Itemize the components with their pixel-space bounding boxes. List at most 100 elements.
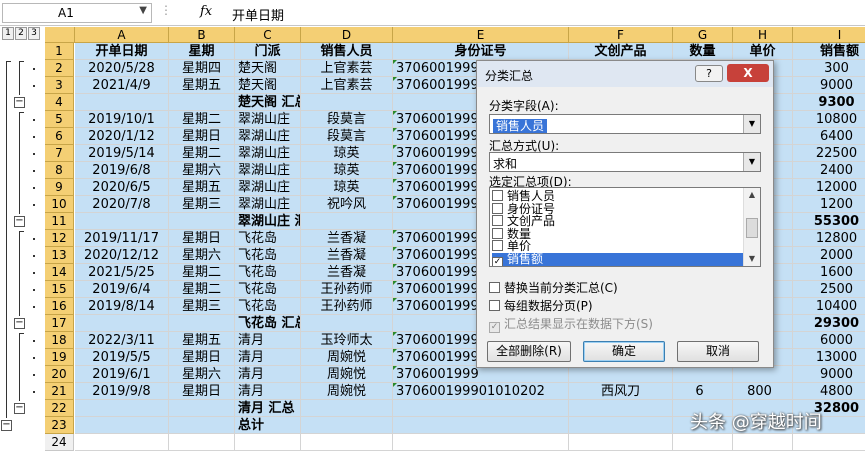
row-header[interactable]: 24 <box>45 434 74 451</box>
cell-g24[interactable] <box>673 434 733 451</box>
replace-subtotals-option[interactable]: 替换当前分类汇总(C) <box>489 279 618 296</box>
cell-b23[interactable] <box>169 417 235 434</box>
cell-a3[interactable]: 2021/4/9 <box>75 77 169 94</box>
cell-a9[interactable]: 2020/6/5 <box>75 179 169 196</box>
row-header[interactable]: 19 <box>45 349 74 366</box>
cell-a4[interactable] <box>75 94 169 111</box>
cell-a8[interactable]: 2019/6/8 <box>75 162 169 179</box>
cell-e23[interactable] <box>393 417 569 434</box>
cell-d2[interactable]: 上官素芸 <box>301 60 393 77</box>
cell-a18[interactable]: 2022/3/11 <box>75 332 169 349</box>
cell-i6[interactable]: 6400 <box>793 128 865 145</box>
column-header-d[interactable]: D <box>301 27 393 43</box>
cell-a24[interactable] <box>75 434 169 451</box>
cell-a22[interactable] <box>75 400 169 417</box>
cell-d19[interactable]: 周婉悦 <box>301 349 393 366</box>
cell-i15[interactable]: 2500 <box>793 281 865 298</box>
cell-c1[interactable]: 门派 <box>235 43 301 60</box>
cell-h21[interactable]: 800 <box>733 383 793 400</box>
page-break-option[interactable]: 每组数据分页(P) <box>489 297 593 314</box>
cell-b24[interactable] <box>169 434 235 451</box>
cell-i24[interactable] <box>793 434 865 451</box>
scroll-thumb[interactable] <box>746 218 758 238</box>
cell-d22[interactable] <box>301 400 393 417</box>
cell-e24[interactable] <box>393 434 569 451</box>
cell-a17[interactable] <box>75 315 169 332</box>
cell-a5[interactable]: 2019/10/1 <box>75 111 169 128</box>
cell-d24[interactable] <box>301 434 393 451</box>
cell-i11[interactable]: 55300 <box>793 213 865 230</box>
cell-c14[interactable]: 飞花岛 <box>235 264 301 281</box>
row-header[interactable]: 22 <box>45 400 74 417</box>
summary-item[interactable]: ✓ 销售额 <box>492 253 744 266</box>
cell-b16[interactable]: 星期三 <box>169 298 235 315</box>
cell-d16[interactable]: 王孙药师 <box>301 298 393 315</box>
page-break-checkbox[interactable] <box>489 300 500 311</box>
collapse-group-button[interactable]: − <box>14 403 25 414</box>
cell-i21[interactable]: 4800 <box>793 383 865 400</box>
outline-level-1-button[interactable]: 1 <box>2 27 14 40</box>
column-header-c[interactable]: C <box>235 27 301 43</box>
cell-c6[interactable]: 翠湖山庄 <box>235 128 301 145</box>
row-header[interactable]: 9 <box>45 179 74 196</box>
cell-b12[interactable]: 星期日 <box>169 230 235 247</box>
row-header[interactable]: 7 <box>45 145 74 162</box>
cell-f20[interactable] <box>569 366 673 383</box>
cell-i8[interactable]: 2400 <box>793 162 865 179</box>
cell-i18[interactable]: 6000 <box>793 332 865 349</box>
cell-h1[interactable]: 单价 <box>733 43 793 60</box>
chevron-down-icon[interactable]: ▼ <box>139 5 147 16</box>
ok-button[interactable]: 确定 <box>583 341 665 362</box>
cell-a1[interactable]: 开单日期 <box>75 43 169 60</box>
column-header-i[interactable]: I <box>793 27 865 43</box>
row-header[interactable]: 21 <box>45 383 74 400</box>
cell-d4[interactable] <box>301 94 393 111</box>
scroll-down-icon[interactable]: ▼ <box>744 252 760 266</box>
collapse-group-button[interactable]: − <box>14 318 25 329</box>
cell-c2[interactable]: 楚天阁 <box>235 60 301 77</box>
collapse-group-button[interactable]: − <box>14 216 25 227</box>
cell-c4[interactable]: 楚天阁 汇总 <box>235 94 301 111</box>
cell-c3[interactable]: 楚天阁 <box>235 77 301 94</box>
cell-b5[interactable]: 星期二 <box>169 111 235 128</box>
formula-input[interactable]: 开单日期 <box>232 5 284 24</box>
chevron-down-icon[interactable]: ▼ <box>743 115 760 133</box>
cell-i19[interactable]: 13000 <box>793 349 865 366</box>
cell-a19[interactable]: 2019/5/5 <box>75 349 169 366</box>
summary-item-checkbox[interactable]: ✓ <box>492 257 503 266</box>
cell-i10[interactable]: 1200 <box>793 196 865 213</box>
cell-d9[interactable]: 琼英 <box>301 179 393 196</box>
select-all-corner[interactable] <box>45 27 75 43</box>
column-header-e[interactable]: E <box>393 27 569 43</box>
cell-i16[interactable]: 10400 <box>793 298 865 315</box>
chevron-down-icon[interactable]: ▼ <box>743 153 760 171</box>
cell-b18[interactable]: 星期五 <box>169 332 235 349</box>
function-select[interactable]: 求和 ▼ <box>489 152 761 172</box>
cell-a23[interactable] <box>75 417 169 434</box>
row-header[interactable]: 11 <box>45 213 74 230</box>
cell-d13[interactable]: 兰香凝 <box>301 247 393 264</box>
row-header[interactable]: 6 <box>45 128 74 145</box>
cell-d11[interactable] <box>301 213 393 230</box>
cell-f1[interactable]: 文创产品 <box>569 43 673 60</box>
summary-item-checkbox[interactable] <box>492 240 503 252</box>
cell-b13[interactable]: 星期六 <box>169 247 235 264</box>
cell-g1[interactable]: 数量 <box>673 43 733 60</box>
cell-a11[interactable] <box>75 213 169 230</box>
cell-d12[interactable]: 兰香凝 <box>301 230 393 247</box>
row-header[interactable]: 15 <box>45 281 74 298</box>
cell-b20[interactable]: 星期六 <box>169 366 235 383</box>
cell-a7[interactable]: 2019/5/14 <box>75 145 169 162</box>
row-header[interactable]: 2 <box>45 60 74 77</box>
cell-i1[interactable]: 销售额 <box>793 43 865 60</box>
cell-g20[interactable] <box>673 366 733 383</box>
cell-a16[interactable]: 2019/8/14 <box>75 298 169 315</box>
cell-c17[interactable]: 飞花岛 汇总 <box>235 315 301 332</box>
row-header[interactable]: 18 <box>45 332 74 349</box>
cell-d17[interactable] <box>301 315 393 332</box>
help-button[interactable]: ? <box>695 65 723 82</box>
cell-d20[interactable]: 周婉悦 <box>301 366 393 383</box>
cell-c9[interactable]: 翠湖山庄 <box>235 179 301 196</box>
close-button[interactable]: X <box>727 64 769 82</box>
cell-d8[interactable]: 琼英 <box>301 162 393 179</box>
